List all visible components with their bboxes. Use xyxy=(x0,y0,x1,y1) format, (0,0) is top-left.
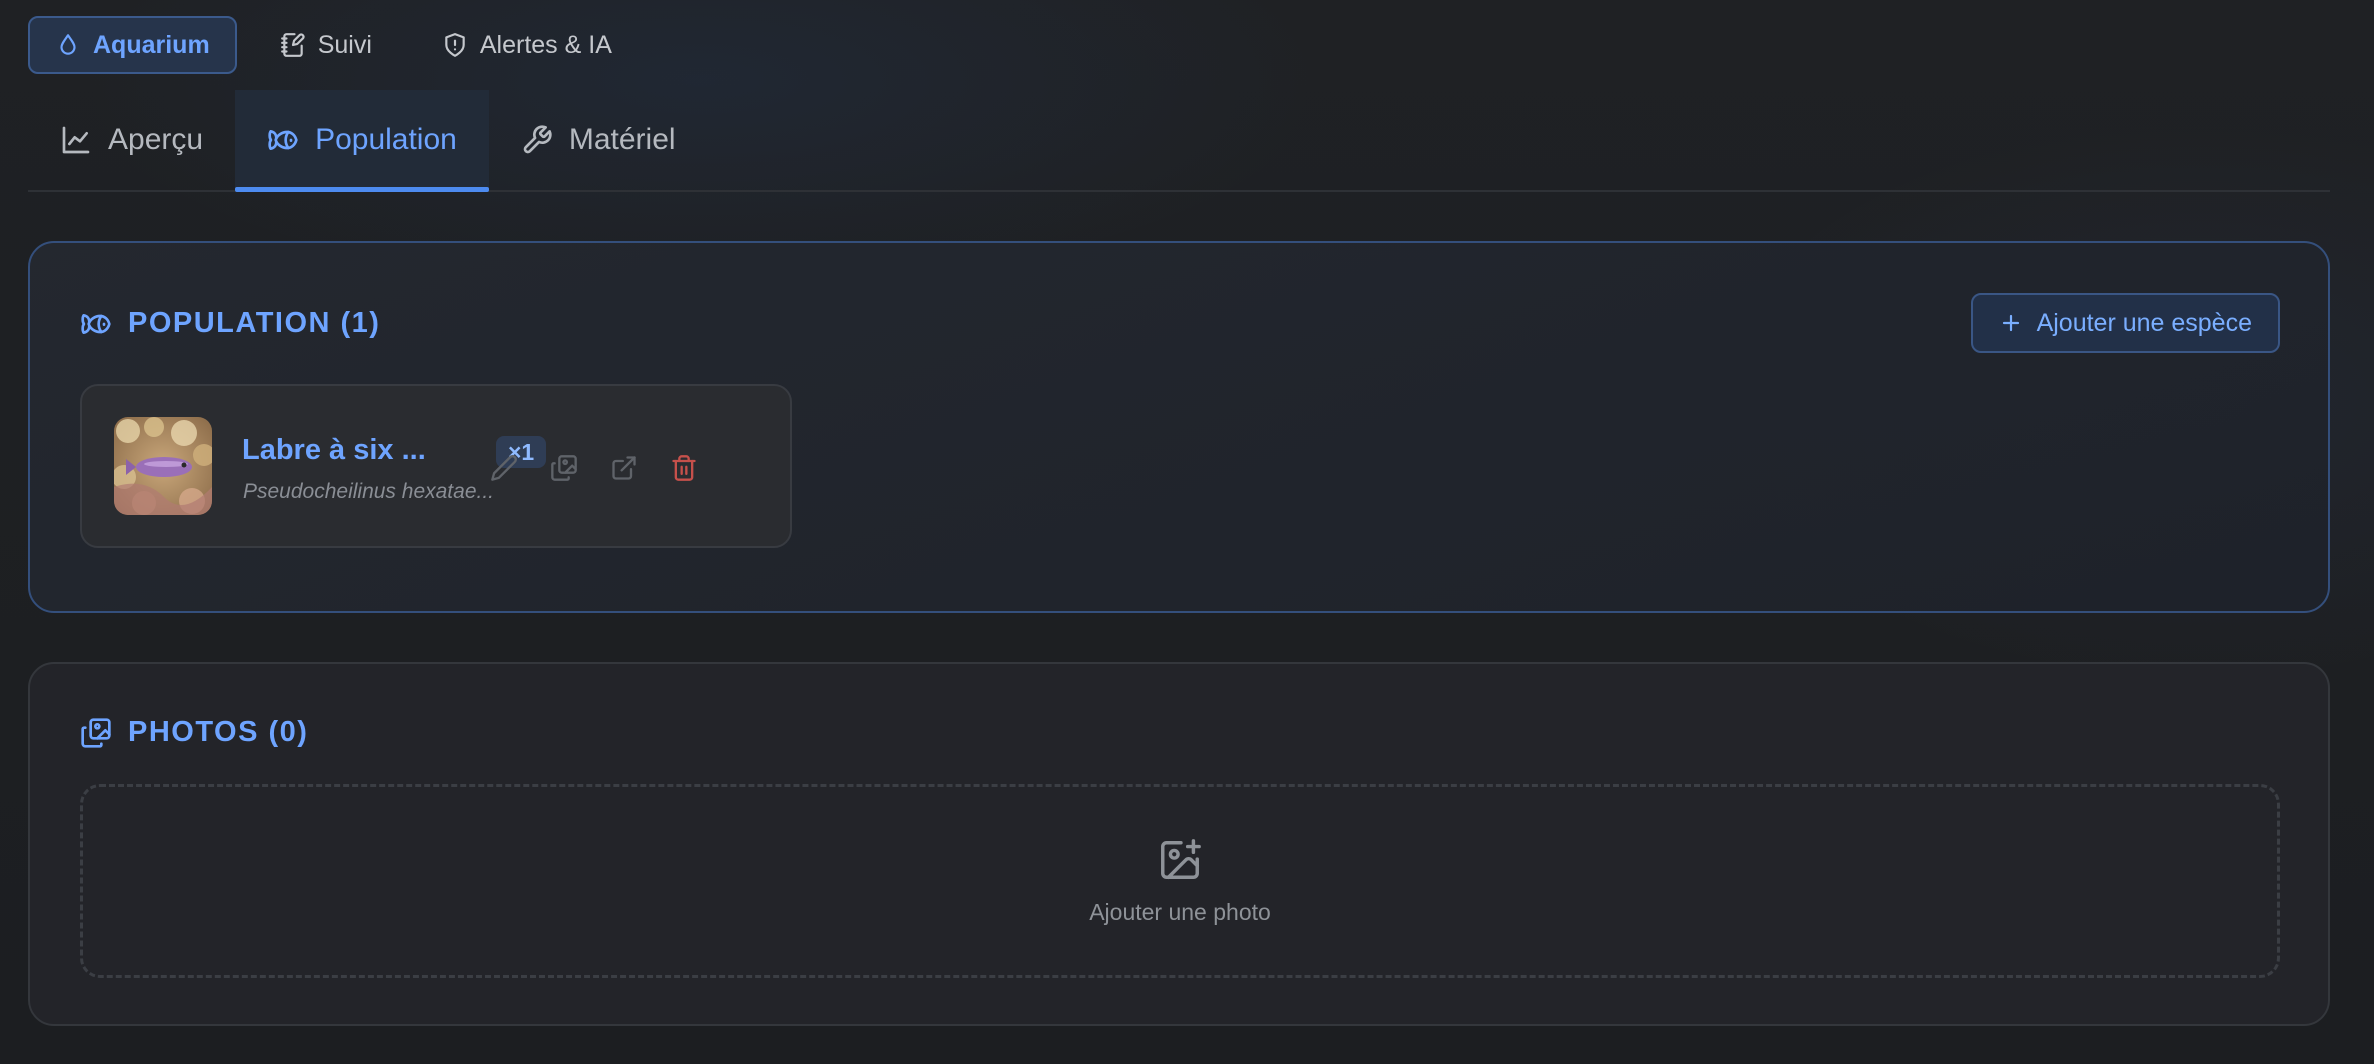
top-nav: Aquarium Suivi Alertes & IA xyxy=(28,16,639,74)
tab-materiel[interactable]: Matériel xyxy=(489,90,708,190)
plus-icon xyxy=(2002,314,2019,332)
top-nav-suivi[interactable]: Suivi xyxy=(253,16,399,74)
notebook-pen-icon xyxy=(280,33,305,57)
add-species-button[interactable]: Ajouter une espèce xyxy=(1970,293,2280,353)
population-title-text: POPULATION (1) xyxy=(128,307,381,339)
photos-title-text: PHOTOS (0) xyxy=(128,716,309,748)
add-species-label: Ajouter une espèce xyxy=(2036,308,2252,337)
photos-card: PHOTOS (0) Ajouter une photo xyxy=(28,662,2330,1026)
tab-apercu[interactable]: Aperçu xyxy=(28,90,235,190)
photo-dropzone[interactable]: Ajouter une photo xyxy=(80,784,2280,978)
species-photo[interactable] xyxy=(114,417,212,515)
top-nav-label: Alertes & IA xyxy=(479,30,612,59)
external-link-icon xyxy=(612,456,636,480)
species-card[interactable]: Labre à six ... ×1 Pseudocheilinus hexat… xyxy=(80,384,792,548)
delete-button[interactable] xyxy=(668,452,700,484)
sub-tabs: Aperçu Population Matériel xyxy=(28,90,2330,192)
shield-alert-icon xyxy=(445,33,465,57)
species-name[interactable]: Labre à six ... xyxy=(242,434,426,467)
gallery-button[interactable] xyxy=(548,452,580,484)
images-icon xyxy=(551,455,577,481)
droplet-icon xyxy=(60,34,76,55)
top-nav-label: Aquarium xyxy=(93,30,210,59)
open-external-button[interactable] xyxy=(608,452,640,484)
pencil-icon xyxy=(491,455,517,481)
species-scientific-name: Pseudocheilinus hexatae... xyxy=(243,480,495,503)
chart-line-icon xyxy=(62,126,90,154)
images-icon xyxy=(81,717,111,748)
tab-population[interactable]: Population xyxy=(235,90,489,192)
wrench-icon xyxy=(523,125,552,154)
top-nav-alertes[interactable]: Alertes & IA xyxy=(415,16,639,74)
trash-icon xyxy=(672,455,696,481)
top-nav-label: Suivi xyxy=(317,30,372,59)
edit-button[interactable] xyxy=(488,452,520,484)
fish-photo-image xyxy=(114,417,212,515)
image-plus-icon xyxy=(1161,839,1201,879)
top-nav-aquarium[interactable]: Aquarium xyxy=(28,16,237,74)
tab-label: Aperçu xyxy=(108,123,204,156)
photos-title: PHOTOS (0) xyxy=(80,716,308,749)
tab-label: Population xyxy=(315,123,457,156)
fish-icon xyxy=(268,130,298,150)
population-title: POPULATION (1) xyxy=(80,307,380,340)
tab-label: Matériel xyxy=(568,123,676,156)
fish-icon xyxy=(81,313,111,334)
add-photo-label: Ajouter une photo xyxy=(1089,899,1271,925)
population-card: POPULATION (1) Ajouter une espèce Labre … xyxy=(28,241,2330,613)
